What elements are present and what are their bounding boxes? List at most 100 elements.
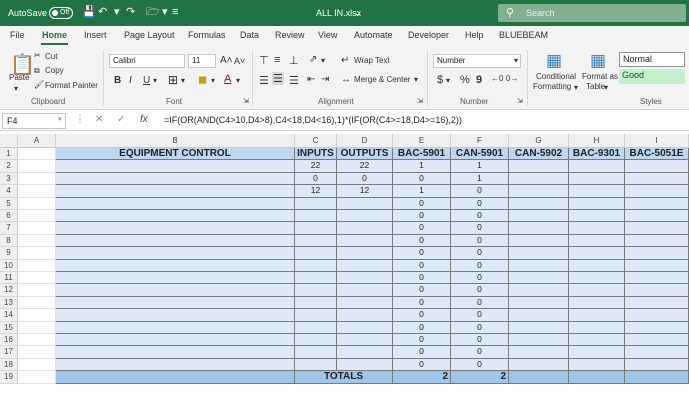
row-header[interactable]: 10 — [0, 259, 18, 272]
cell-i[interactable] — [625, 272, 689, 285]
cell-d[interactable] — [337, 296, 393, 310]
cell[interactable] — [18, 247, 56, 260]
cell-e[interactable]: 0 — [393, 247, 451, 260]
column-header-i[interactable]: I — [625, 134, 689, 148]
total-cell-i[interactable] — [625, 371, 689, 384]
cell-g[interactable] — [509, 210, 569, 223]
cell-b[interactable] — [56, 358, 295, 372]
tab-formulas[interactable]: Formulas — [188, 30, 226, 40]
cell-c[interactable] — [295, 284, 337, 297]
cell-i[interactable] — [625, 309, 689, 322]
number-format-select[interactable]: Number — [433, 54, 521, 68]
italic-button[interactable]: I — [129, 75, 132, 86]
cell-h[interactable] — [569, 185, 625, 198]
align-left-icon[interactable]: ☰ — [259, 74, 269, 87]
cell[interactable] — [18, 222, 56, 235]
name-box[interactable]: F4 — [2, 113, 66, 129]
cell-g[interactable] — [509, 346, 569, 359]
align-top-icon[interactable]: ⊤ — [259, 54, 269, 67]
merge-center-button[interactable]: Merge & Center — [354, 75, 410, 84]
copy-button[interactable]: Copy — [45, 66, 64, 75]
cancel-entry-icon[interactable]: ✕ — [95, 114, 103, 125]
cell-g[interactable] — [509, 296, 569, 310]
tab-home[interactable]: Home — [42, 30, 67, 40]
cell-e[interactable]: 0 — [393, 284, 451, 297]
total-cell-e[interactable]: 2 — [393, 371, 451, 384]
search-box[interactable]: ⚲ Search — [498, 4, 686, 22]
format-as-table-dropdown-icon[interactable]: ▾ — [604, 83, 608, 92]
cell[interactable] — [18, 358, 56, 372]
cell-d[interactable] — [337, 222, 393, 235]
cell-e[interactable]: 0 — [393, 334, 451, 347]
cell-d[interactable]: 22 — [337, 160, 393, 173]
cell[interactable] — [18, 185, 56, 198]
cell-d[interactable]: 12 — [337, 185, 393, 198]
tab-page-layout[interactable]: Page Layout — [124, 30, 175, 40]
confirm-entry-icon[interactable]: ✓ — [117, 114, 125, 125]
row-header[interactable]: 19 — [0, 371, 18, 384]
cell-g[interactable] — [509, 222, 569, 235]
align-center-icon[interactable]: ☰ — [272, 72, 284, 85]
cell-i[interactable] — [625, 185, 689, 198]
tab-review[interactable]: Review — [275, 30, 305, 40]
cell-h[interactable] — [569, 259, 625, 272]
row-header[interactable]: 4 — [0, 185, 18, 198]
row-header[interactable]: 15 — [0, 321, 18, 334]
format-painter-button[interactable]: Format Painter — [45, 81, 98, 90]
cell-g[interactable] — [509, 185, 569, 198]
cell-b[interactable] — [56, 321, 295, 334]
tab-view[interactable]: View — [318, 30, 337, 40]
cell-f[interactable]: 1 — [451, 172, 509, 186]
cell-d[interactable] — [337, 334, 393, 347]
cell-d[interactable] — [337, 272, 393, 285]
format-as-table-icon[interactable]: ▦ — [590, 51, 606, 71]
cell-i[interactable] — [625, 334, 689, 347]
fill-color-dropdown-icon[interactable]: ▾ — [211, 76, 215, 85]
borders-dropdown-icon[interactable]: ▾ — [181, 76, 185, 85]
header-cell-b[interactable]: EQUIPMENT CONTROL — [56, 148, 295, 161]
cell-e[interactable]: 0 — [393, 272, 451, 285]
cell-f[interactable]: 0 — [451, 234, 509, 248]
tab-file[interactable]: File — [10, 30, 25, 40]
cell-e[interactable]: 0 — [393, 172, 451, 186]
cell[interactable] — [18, 210, 56, 223]
header-cell-e[interactable]: BAC-5901 — [393, 148, 451, 161]
number-dialog-launcher-icon[interactable]: ⇲ — [517, 97, 523, 105]
select-all-corner[interactable] — [0, 134, 18, 148]
cell-h[interactable] — [569, 197, 625, 210]
cell-c[interactable] — [295, 259, 337, 272]
percent-style-button[interactable]: % — [460, 74, 470, 86]
column-header-c[interactable]: C — [295, 134, 337, 148]
cell-style-normal[interactable]: Normal — [619, 52, 685, 67]
cell[interactable] — [18, 371, 56, 384]
cell-g[interactable] — [509, 234, 569, 248]
format-painter-icon[interactable]: 🖌 — [34, 80, 44, 89]
undo-dropdown-icon[interactable]: ▾ — [114, 6, 120, 18]
tab-bluebeam[interactable]: BLUEBEAM — [499, 30, 548, 40]
cell-h[interactable] — [569, 222, 625, 235]
cell[interactable] — [18, 272, 56, 285]
cell-d[interactable] — [337, 234, 393, 248]
open-folder-icon[interactable]: 🗁 — [146, 6, 160, 18]
fill-color-icon[interactable]: ◼ — [198, 73, 207, 86]
row-header[interactable]: 13 — [0, 296, 18, 310]
format-as-table-label-2[interactable]: Table — [586, 82, 605, 91]
alignment-dialog-launcher-icon[interactable]: ⇲ — [417, 97, 423, 105]
cell-e[interactable]: 0 — [393, 321, 451, 334]
conditional-formatting-label-2[interactable]: Formatting — [533, 82, 571, 91]
cell-g[interactable] — [509, 272, 569, 285]
column-header-e[interactable]: E — [393, 134, 451, 148]
formula-input[interactable]: =IF(OR(AND(C4>10,D4>8),C4<18,D4<16),1)*(… — [164, 115, 462, 125]
customize-quick-access-icon[interactable]: ≡ — [172, 6, 178, 18]
format-as-table-button[interactable]: Format as — [582, 72, 618, 81]
cell-b[interactable] — [56, 247, 295, 260]
copy-icon[interactable]: ⧉ — [34, 66, 40, 76]
increase-indent-icon[interactable]: ⇥ — [321, 74, 329, 85]
align-middle-icon[interactable]: ≡ — [274, 54, 280, 66]
cell-f[interactable]: 0 — [451, 309, 509, 322]
cell-g[interactable] — [509, 321, 569, 334]
cell-f[interactable]: 0 — [451, 247, 509, 260]
cell-d[interactable] — [337, 321, 393, 334]
cell-c[interactable] — [295, 272, 337, 285]
font-dialog-launcher-icon[interactable]: ⇲ — [243, 97, 249, 105]
